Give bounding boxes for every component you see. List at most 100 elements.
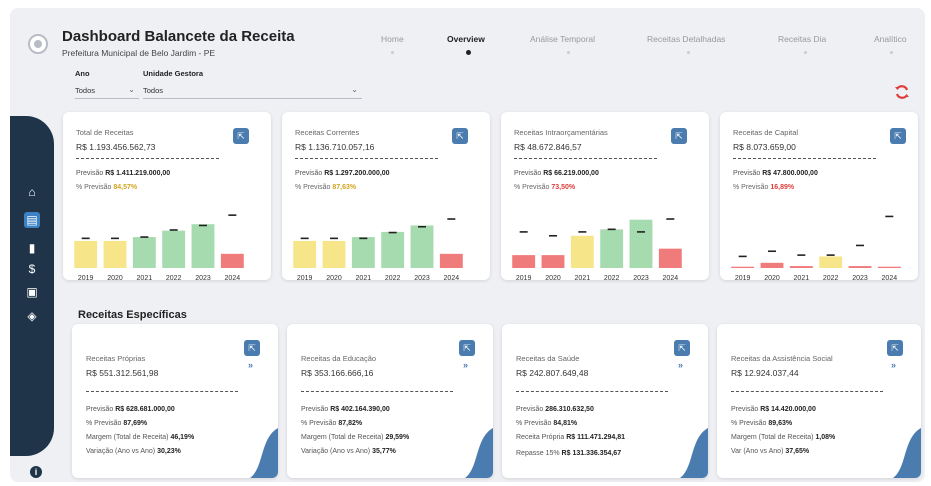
kpi-card-total-receitas: Total de Receitas R$ 1.193.456.562,73 Pr… <box>63 112 271 280</box>
expand-icon: ⇱ <box>894 131 902 141</box>
card-title: Receitas da Assistência Social <box>731 354 833 363</box>
home-icon[interactable]: ⌂ <box>24 184 40 200</box>
page-title: Dashboard Balancete da Receita <box>62 28 295 45</box>
card-line: Repasse 15% R$ 131.336.354,67 <box>516 450 622 457</box>
chart-bar <box>731 266 755 268</box>
corner-wave-decoration <box>893 428 921 478</box>
chart-bar <box>570 235 594 268</box>
chart-tick-label: 2023 <box>852 275 868 280</box>
card-line: % Previsão 84,81% <box>516 420 578 427</box>
divider <box>76 158 219 159</box>
card-line: Receita Própria R$ 111.471.294,81 <box>516 434 625 441</box>
page-subtitle: Prefeitura Municipal de Belo Jardim - PE <box>62 48 216 58</box>
unidade-gestora-select-value: Todos <box>143 86 164 95</box>
chart-tick-label: 2024 <box>663 275 679 280</box>
expand-button[interactable]: ⇱ <box>244 340 260 356</box>
chart-tick-label: 2022 <box>166 275 182 280</box>
chart-tick-label: 2023 <box>633 275 649 280</box>
app-logo <box>28 34 48 54</box>
card-line: % Previsão 89,63% <box>731 420 793 427</box>
expand-icon: ⇱ <box>456 131 464 141</box>
expand-button[interactable]: ⇱ <box>671 128 687 144</box>
nav-receitas-detalhadas[interactable]: Receitas Detalhadas <box>647 34 725 44</box>
unidade-gestora-label: Unidade Gestora <box>143 69 204 78</box>
chart-bar <box>877 266 901 268</box>
card-line: Previsão R$ 628.681.000,00 <box>86 406 175 413</box>
kpi-title: Receitas Correntes <box>295 128 360 137</box>
chart-bar <box>220 253 244 268</box>
expand-button[interactable]: ⇱ <box>459 340 475 356</box>
kpi-pct-previsao: % Previsão 87,63% <box>295 184 357 191</box>
card-line: Var (Ano vs Ano) 37,65% <box>731 448 810 455</box>
card-line: % Previsão 87,69% <box>86 420 148 427</box>
nav-overview[interactable]: Overview <box>447 34 485 44</box>
chart-bar <box>629 219 653 268</box>
divider <box>516 391 668 392</box>
chevron-down-icon: ⌄ <box>128 85 135 94</box>
divider <box>514 158 657 159</box>
card-line: % Previsão 87,82% <box>301 420 363 427</box>
card-value: R$ 353.166.666,16 <box>301 368 374 378</box>
card-line: Previsão R$ 14.420.000,00 <box>731 406 816 413</box>
chart-tick-label: 2020 <box>764 275 780 280</box>
chart-bar <box>658 248 682 268</box>
bar-chart-icon[interactable]: ▮ <box>24 240 40 256</box>
dollar-icon[interactable]: $ <box>24 261 40 277</box>
chart-tick-label: 2021 <box>356 275 372 280</box>
chart-tick-label: 2019 <box>78 275 94 280</box>
refresh-icon[interactable] <box>894 84 910 100</box>
nav-home[interactable]: Home <box>381 34 404 44</box>
dashboard-frame: ⌂ ▤ ▮ $ ▣ ◈ i Dashboard Balancete da Rec… <box>10 8 925 482</box>
chart-bar <box>351 237 375 268</box>
card-receitas-proprias: Receitas Próprias R$ 551.312.561,98 ⇱ » … <box>72 324 278 478</box>
divider <box>295 158 438 159</box>
chart-tick-label: 2024 <box>225 275 241 280</box>
expand-icon: ⇱ <box>463 343 471 353</box>
info-icon[interactable]: i <box>30 466 42 478</box>
expand-button[interactable]: ⇱ <box>452 128 468 144</box>
card-line: Margem (Total de Receita) 1,08% <box>731 434 836 441</box>
chart-bar <box>293 240 317 268</box>
expand-button[interactable]: ⇱ <box>890 128 906 144</box>
dashboard-icon[interactable]: ▤ <box>24 212 40 228</box>
kpi-card-receitas-capital: Receitas de Capital R$ 8.073.659,00 Prev… <box>720 112 918 280</box>
chart-tick-label: 2021 <box>794 275 810 280</box>
expand-button[interactable]: ⇱ <box>887 340 903 356</box>
chart-bar <box>191 224 215 268</box>
unidade-gestora-select[interactable]: Todos ⌄ <box>143 84 362 99</box>
layers-icon[interactable]: ◈ <box>24 308 40 324</box>
ano-label: Ano <box>75 69 90 78</box>
double-chevron-icon[interactable]: » <box>463 360 468 370</box>
divider <box>86 391 238 392</box>
expand-icon: ⇱ <box>248 343 256 353</box>
calendar-icon[interactable]: ▣ <box>24 284 40 300</box>
chart-bar <box>322 240 346 268</box>
chart-tick-label: 2021 <box>575 275 591 280</box>
double-chevron-icon[interactable]: » <box>891 360 896 370</box>
chart-tick-label: 2022 <box>385 275 401 280</box>
chart-bar <box>162 230 186 268</box>
expand-button[interactable]: ⇱ <box>233 128 249 144</box>
nav-home-dot <box>391 51 394 54</box>
ano-select[interactable]: Todos ⌄ <box>75 84 139 99</box>
double-chevron-icon[interactable]: » <box>678 360 683 370</box>
chart-bar <box>439 253 463 268</box>
expand-button[interactable]: ⇱ <box>674 340 690 356</box>
card-title: Receitas Próprias <box>86 354 146 363</box>
ano-select-value: Todos <box>75 86 96 95</box>
nav-receitas-dia[interactable]: Receitas Dia <box>778 34 826 44</box>
double-chevron-icon[interactable]: » <box>248 360 253 370</box>
kpi-chart-receitas-capital: 2019 2020 2021 2022 2023 2024 <box>731 215 901 280</box>
kpi-chart-receitas-correntes: 2019 2020 2021 2022 2023 2024 <box>293 218 463 280</box>
corner-wave-decoration <box>680 428 708 478</box>
chart-bar <box>410 225 434 268</box>
nav-analise-temporal[interactable]: Análise Temporal <box>530 34 595 44</box>
corner-wave-decoration <box>250 428 278 478</box>
chart-bar <box>848 266 872 268</box>
nav-analitico[interactable]: Analítico <box>874 34 907 44</box>
card-line: Previsão R$ 402.164.390,00 <box>301 406 390 413</box>
expand-icon: ⇱ <box>678 343 686 353</box>
chart-bar <box>819 256 843 268</box>
sidebar: ⌂ ▤ ▮ $ ▣ ◈ <box>10 116 54 456</box>
chart-bar <box>103 240 127 268</box>
